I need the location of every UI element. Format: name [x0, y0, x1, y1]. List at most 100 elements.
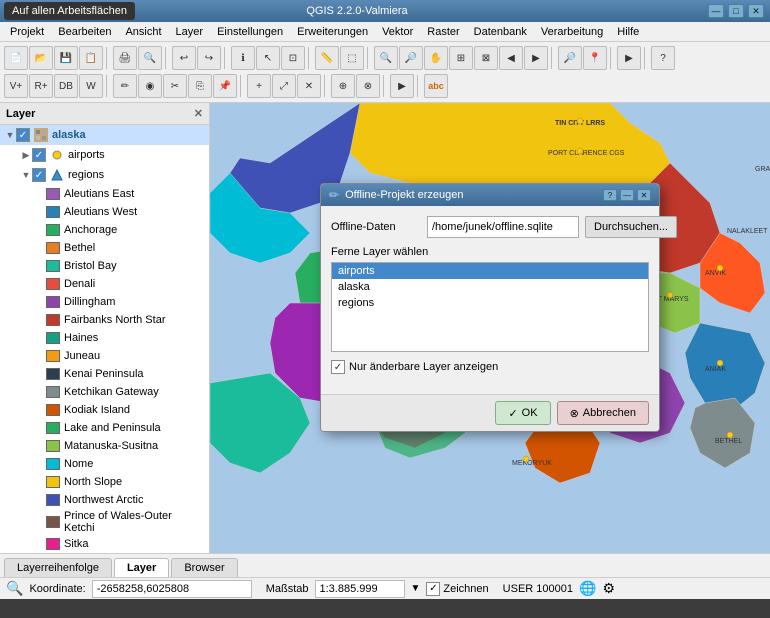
dialog-min-btn[interactable]: — — [620, 189, 634, 201]
layer-listbox[interactable]: airports alaska regions — [331, 262, 649, 352]
layer-item-airports[interactable]: ▶ ✓ airports — [0, 145, 209, 165]
list-item-airports[interactable]: airports — [332, 263, 648, 279]
menu-vektor[interactable]: Vektor — [376, 24, 419, 40]
zoom-out-btn[interactable]: 🔎 — [399, 46, 423, 70]
help-btn[interactable]: ? — [651, 46, 675, 70]
browse-button[interactable]: Durchsuchen... — [585, 216, 677, 238]
save-as-btn[interactable]: 📋 — [79, 46, 103, 70]
only-editable-checkbox[interactable]: ✓ — [331, 360, 345, 374]
region-item[interactable]: Aleutians West — [0, 203, 209, 221]
region-item[interactable]: Dillingham — [0, 293, 209, 311]
checkbox-airports[interactable]: ✓ — [32, 148, 46, 162]
copy-btn[interactable]: ⎘ — [188, 74, 212, 98]
region-item[interactable]: Bristol Bay — [0, 257, 209, 275]
open-project-btn[interactable]: 📂 — [29, 46, 53, 70]
menu-ansicht[interactable]: Ansicht — [119, 24, 167, 40]
offline-data-input[interactable] — [427, 216, 579, 238]
layer-item-regions[interactable]: ▼ ✓ regions — [0, 165, 209, 185]
checkbox-regions[interactable]: ✓ — [32, 168, 46, 182]
save-project-btn[interactable]: 💾 — [54, 46, 78, 70]
node-btn[interactable]: ◉ — [138, 74, 162, 98]
new-project-btn[interactable]: 📄 — [4, 46, 28, 70]
menu-hilfe[interactable]: Hilfe — [611, 24, 645, 40]
region-item[interactable]: Anchorage — [0, 221, 209, 239]
close-button[interactable]: ✕ — [748, 4, 764, 18]
zoom-next-btn[interactable]: ▶ — [524, 46, 548, 70]
region-item[interactable]: Prince of Wales-Outer Ketchi — [0, 509, 209, 535]
cancel-button[interactable]: ⊗ Abbrechen — [557, 401, 649, 425]
region-item[interactable]: North Slope — [0, 473, 209, 491]
region-item[interactable]: Matanuska-Susitna — [0, 437, 209, 455]
list-item-alaska[interactable]: alaska — [332, 279, 648, 295]
more2-btn[interactable]: ▶ — [390, 74, 414, 98]
label-btn[interactable]: abc — [424, 74, 448, 98]
redo-btn[interactable]: ↪ — [197, 46, 221, 70]
region-item[interactable]: Fairbanks North Star — [0, 311, 209, 329]
dialog-title-buttons[interactable]: ? — ✕ — [603, 189, 651, 201]
cut-btn[interactable]: ✂ — [163, 74, 187, 98]
menu-projekt[interactable]: Projekt — [4, 24, 50, 40]
add-raster-btn[interactable]: R+ — [29, 74, 53, 98]
maximize-button[interactable]: □ — [728, 4, 744, 18]
region-item[interactable]: Northwest Arctic — [0, 491, 209, 509]
menu-bearbeiten[interactable]: Bearbeiten — [52, 24, 117, 40]
print-preview-btn[interactable]: 🔍 — [138, 46, 162, 70]
search-btn[interactable]: 🔎 — [558, 46, 582, 70]
region-item[interactable]: Sitka — [0, 535, 209, 553]
zoom-layer-btn[interactable]: ⊠ — [474, 46, 498, 70]
layer-item-alaska[interactable]: ▼ ✓ alaska — [0, 125, 209, 145]
coord-btn[interactable]: 📍 — [583, 46, 607, 70]
region-item[interactable]: Kodiak Island — [0, 401, 209, 419]
pan-btn[interactable]: ✋ — [424, 46, 448, 70]
menu-datenbank[interactable]: Datenbank — [468, 24, 533, 40]
dialog-help-btn[interactable]: ? — [603, 189, 617, 201]
menu-layer[interactable]: Layer — [170, 24, 210, 40]
zoom-full-btn[interactable]: ⊞ — [449, 46, 473, 70]
delete-feature-btn[interactable]: ✕ — [297, 74, 321, 98]
expand-airports[interactable]: ▶ — [20, 149, 32, 161]
identify-btn[interactable]: ℹ — [231, 46, 255, 70]
move-feature-btn[interactable]: ⤢ — [272, 74, 296, 98]
add-feature-btn[interactable]: + — [247, 74, 271, 98]
scale-dropdown[interactable]: ▼ — [411, 583, 421, 594]
menu-raster[interactable]: Raster — [421, 24, 465, 40]
measure-area-btn[interactable]: ⬚ — [340, 46, 364, 70]
select-btn[interactable]: ↖ — [256, 46, 280, 70]
menu-verarbeitung[interactable]: Verarbeitung — [535, 24, 609, 40]
digitize-btn[interactable]: ✏ — [113, 74, 137, 98]
region-item[interactable]: Bethel — [0, 239, 209, 257]
zoom-in-btn[interactable]: 🔍 — [374, 46, 398, 70]
region-item[interactable]: Nome — [0, 455, 209, 473]
settings-icon[interactable]: ⚙ — [602, 580, 615, 597]
scale-input[interactable] — [315, 580, 405, 598]
list-item-regions[interactable]: regions — [332, 295, 648, 311]
zoom-prev-btn[interactable]: ◀ — [499, 46, 523, 70]
tab-layerreihenfolge[interactable]: Layerreihenfolge — [4, 558, 112, 577]
snap-btn[interactable]: ⊕ — [331, 74, 355, 98]
snapping-btn[interactable]: ⊗ — [356, 74, 380, 98]
undo-btn[interactable]: ↩ — [172, 46, 196, 70]
region-item[interactable]: Juneau — [0, 347, 209, 365]
dialog-close-btn[interactable]: ✕ — [637, 189, 651, 201]
ok-button[interactable]: ✓ OK — [495, 401, 550, 425]
checkbox-alaska[interactable]: ✓ — [16, 128, 30, 142]
region-item[interactable]: Denali — [0, 275, 209, 293]
add-db-btn[interactable]: DB — [54, 74, 78, 98]
add-vector-btn[interactable]: V+ — [4, 74, 28, 98]
render-checkbox[interactable]: ✓ — [426, 582, 440, 596]
add-wms-btn[interactable]: W — [79, 74, 103, 98]
more-btn[interactable]: ▶ — [617, 46, 641, 70]
region-item[interactable]: Haines — [0, 329, 209, 347]
tab-browser[interactable]: Browser — [171, 558, 237, 577]
expand-regions[interactable]: ▼ — [20, 169, 32, 181]
region-item[interactable]: Aleutians East — [0, 185, 209, 203]
layers-panel-close[interactable]: ✕ — [194, 107, 203, 120]
map-area[interactable]: TIN CITY LRRS BUCKLAND PORT CLARENCE CGS… — [210, 103, 770, 553]
minimize-button[interactable]: — — [708, 4, 724, 18]
paste-btn[interactable]: 📌 — [213, 74, 237, 98]
print-btn[interactable]: 🖨 — [113, 46, 137, 70]
measure-btn[interactable]: 📏 — [315, 46, 339, 70]
region-item[interactable]: Kenai Peninsula — [0, 365, 209, 383]
region-item[interactable]: Ketchikan Gateway — [0, 383, 209, 401]
region-item[interactable]: Lake and Peninsula — [0, 419, 209, 437]
